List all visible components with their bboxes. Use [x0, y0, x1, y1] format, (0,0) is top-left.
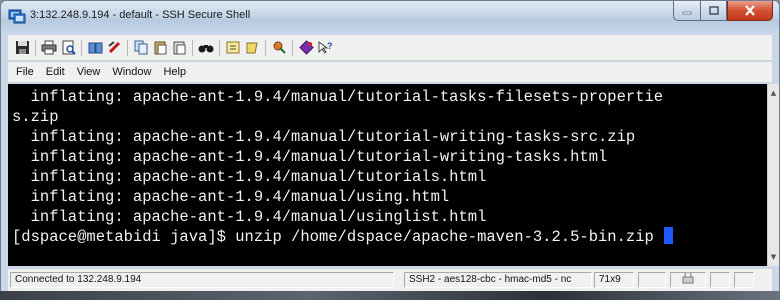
toolbar-separator [127, 39, 128, 56]
terminal-line: inflating: apache-ant-1.9.4/manual/using… [12, 188, 450, 206]
terminal-line: inflating: apache-ant-1.9.4/manual/tutor… [12, 148, 608, 166]
status-empty-cell [638, 272, 666, 288]
ssh-app-icon [8, 8, 26, 24]
toolbar-separator [35, 39, 36, 56]
scroll-up-arrow-icon[interactable]: ▲ [768, 86, 779, 100]
status-terminal-size: 71x9 [594, 272, 634, 288]
terminal-line: inflating: apache-ant-1.9.4/manual/tutor… [12, 88, 664, 106]
minimize-icon [682, 1, 692, 20]
status-empty-cell [710, 272, 730, 288]
ssh-client-window: 3:132.248.9.194 - default - SSH Secure S… [0, 0, 780, 300]
terminal-cursor [664, 227, 674, 244]
save-icon[interactable] [14, 40, 30, 56]
terminal-line: inflating: apache-ant-1.9.4/manual/tutor… [12, 128, 636, 146]
paste-icon[interactable] [152, 40, 168, 56]
settings-icon[interactable] [225, 40, 241, 56]
toolbar: ? [8, 35, 772, 61]
find-icon[interactable] [198, 40, 214, 56]
help-icon[interactable]: ? [317, 40, 333, 56]
terminal-line: s.zip [12, 108, 59, 126]
maximize-icon [708, 1, 719, 20]
profiles-icon[interactable] [244, 40, 260, 56]
terminal-line: inflating: apache-ant-1.9.4/manual/tutor… [12, 168, 487, 186]
print-icon[interactable] [41, 40, 57, 56]
status-cipher: SSH2 - aes128-cbc - hmac-md5 - nc [404, 272, 592, 288]
close-button[interactable] [727, 1, 773, 21]
file-transfer-icon[interactable] [271, 40, 287, 56]
terminal-command: [dspace@metabidi java]$ unzip /home/dspa… [12, 228, 664, 246]
minimize-button[interactable] [673, 1, 700, 21]
toolbar-separator [265, 39, 266, 56]
scroll-down-arrow-icon[interactable]: ▼ [768, 250, 779, 264]
terminal-prompt-line: [dspace@metabidi java]$ unzip /home/dspa… [12, 227, 767, 247]
menu-file[interactable]: File [16, 66, 34, 78]
close-icon [744, 1, 756, 20]
menu-edit[interactable]: Edit [46, 66, 65, 78]
status-empty-cell [734, 272, 754, 288]
menu-help[interactable]: Help [163, 66, 186, 78]
background-strip [0, 291, 780, 300]
maximize-button[interactable] [700, 1, 727, 21]
toolbar-separator [292, 39, 293, 56]
lock-icon [681, 273, 695, 287]
menu-view[interactable]: View [77, 66, 101, 78]
menu-bar: File Edit View Window Help [8, 62, 772, 82]
title-bar[interactable]: 3:132.248.9.194 - default - SSH Secure S… [1, 1, 779, 35]
toolbar-separator [81, 39, 82, 56]
paste-select-icon[interactable] [171, 40, 187, 56]
menu-window[interactable]: Window [112, 66, 151, 78]
toolbar-separator [219, 39, 220, 56]
print-preview-icon[interactable] [60, 40, 76, 56]
status-bar: Connected to 132.248.9.194 SSH2 - aes128… [8, 269, 772, 291]
disconnect-icon[interactable] [106, 40, 122, 56]
quick-connect-icon[interactable] [87, 40, 103, 56]
copy-icon[interactable] [133, 40, 149, 56]
status-connection: Connected to 132.248.9.194 [10, 272, 394, 288]
svg-text:?: ? [327, 41, 333, 51]
window-title: 3:132.248.9.194 - default - SSH Secure S… [30, 9, 251, 21]
terminal-scrollbar[interactable]: ▲ ▼ [767, 84, 779, 266]
new-terminal-icon[interactable] [298, 40, 314, 56]
status-lock-cell [670, 272, 706, 288]
terminal-line: inflating: apache-ant-1.9.4/manual/using… [12, 208, 487, 226]
terminal-output[interactable]: inflating: apache-ant-1.9.4/manual/tutor… [8, 84, 767, 266]
toolbar-separator [192, 39, 193, 56]
